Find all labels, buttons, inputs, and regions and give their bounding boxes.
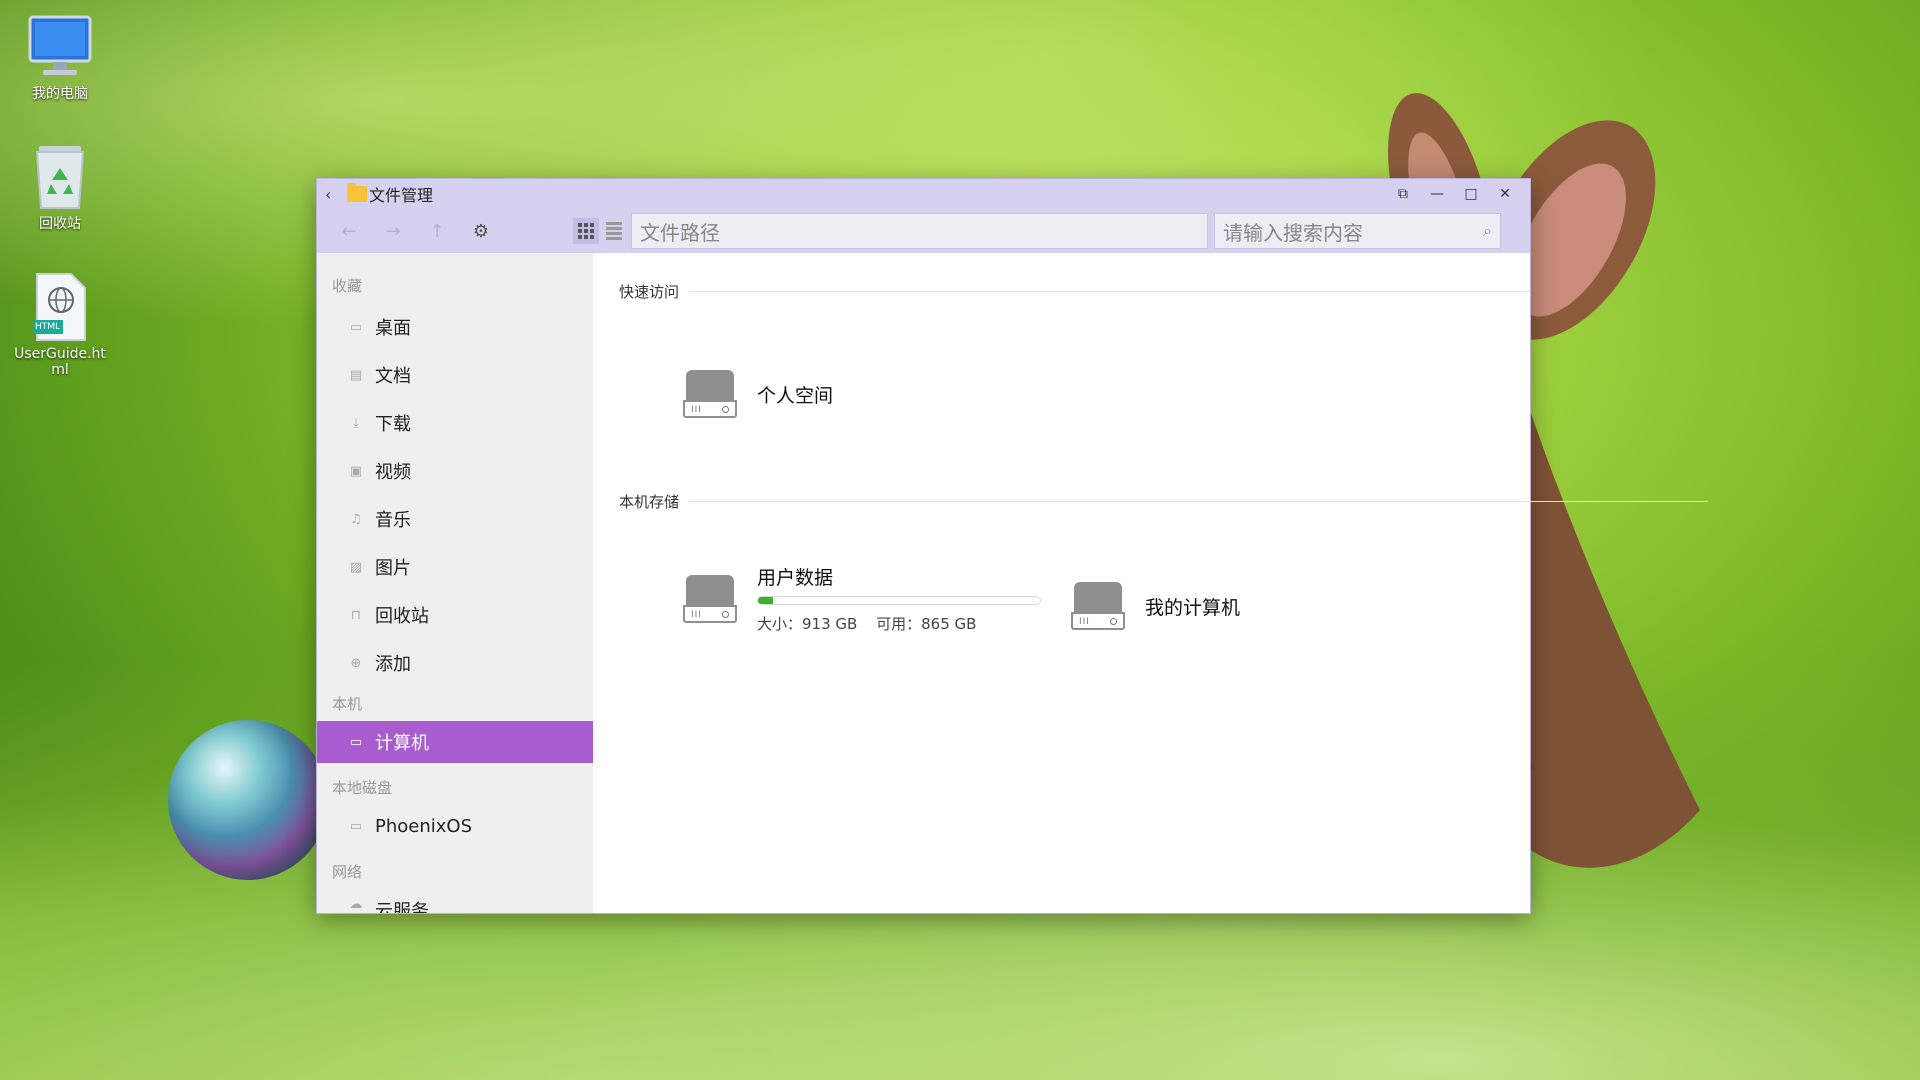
search-input[interactable]: 请输入搜索内容 ⌕ (1214, 213, 1501, 249)
music-icon: ♫ (350, 511, 362, 527)
desktop-icon-my-computer[interactable]: 我的电脑 (10, 12, 110, 102)
sidebar-item-label: 文档 (375, 366, 411, 387)
drive-free: 可用：865 GB (876, 615, 977, 633)
sidebar-item-desktop[interactable]: ▭ 桌面 (317, 303, 593, 351)
drive-name: 个人空间 (757, 384, 834, 407)
drive-my-computer[interactable]: III 我的计算机 (1071, 582, 1240, 630)
gear-icon[interactable]: ⚙ (459, 221, 503, 242)
sidebar-item-label: PhoenixOS (375, 815, 473, 837)
sidebar-item-phoenixos[interactable]: ▭ PhoenixOS (317, 805, 593, 847)
pin-icon[interactable]: ⧉ (1386, 186, 1420, 202)
desktop-icon-userguide[interactable]: HTML UserGuide.html (10, 272, 110, 378)
drive-info: 用户数据 大小：913 GB 可用：865 GB (757, 563, 1041, 634)
hard-drive-icon: III (683, 574, 737, 623)
sidebar-item-label: 回收站 (375, 606, 429, 627)
sidebar-item-label: 添加 (375, 654, 411, 675)
section-divider (689, 290, 1530, 292)
window-body: 收藏 ▭ 桌面 ▤ 文档 ⤓ 下载 ▣ 视频 ♫ 音乐 ▨ 图片 ⊓ 回收站 ⊕… (317, 253, 1708, 913)
sidebar-item-videos[interactable]: ▣ 视频 (317, 447, 593, 495)
toolbar: ← → ↑ ⚙ 文件路径 请输入搜索内容 ⌕ (317, 209, 1530, 253)
sidebar-item-label: 桌面 (375, 318, 411, 339)
document-icon: ▤ (349, 367, 363, 383)
sidebar-item-cloud[interactable]: ☁ 云服务 (317, 889, 593, 913)
search-icon[interactable]: ⌕ (1483, 221, 1492, 241)
sidebar-item-computer[interactable]: ▭ 计算机 (317, 721, 593, 763)
close-icon[interactable]: ✕ (1488, 186, 1522, 202)
drive-size: 大小：913 GB (757, 615, 858, 633)
monitor-icon (25, 12, 95, 82)
hard-drive-icon: III (683, 370, 737, 418)
desktop-icon-label: 回收站 (39, 216, 81, 232)
video-icon: ▣ (349, 463, 363, 479)
picture-icon: ▨ (349, 559, 363, 575)
html-file-icon: HTML (25, 272, 95, 342)
recycle-bin-icon (25, 142, 95, 212)
back-icon[interactable]: ← (327, 221, 371, 242)
maximize-icon[interactable]: □ (1454, 186, 1488, 202)
grid-view-button[interactable] (573, 218, 599, 244)
desktop-icon: ▭ (349, 319, 363, 335)
desktop-icon-label: 我的电脑 (32, 86, 88, 102)
sidebar-item-label: 云服务 (375, 901, 429, 913)
grid-icon (578, 223, 594, 239)
path-input[interactable]: 文件路径 (631, 213, 1208, 249)
drive-user-data[interactable]: III 用户数据 大小：913 GB 可用：865 GB (683, 563, 1041, 634)
list-icon (606, 222, 622, 240)
section-local-storage: 本机存储 (619, 491, 1708, 511)
sidebar-item-pictures[interactable]: ▨ 图片 (317, 543, 593, 591)
up-icon[interactable]: ↑ (415, 221, 459, 242)
disk-icon: ▭ (349, 818, 363, 834)
add-icon: ⊕ (350, 655, 362, 671)
window-title: 文件管理 (369, 186, 434, 205)
drive-stats: 大小：913 GB 可用：865 GB (757, 613, 1041, 634)
sidebar-item-music[interactable]: ♫ 音乐 (317, 495, 593, 543)
back-arrow-icon[interactable]: ‹ (325, 185, 339, 204)
sidebar-item-downloads[interactable]: ⤓ 下载 (317, 399, 593, 447)
drive-personal-space[interactable]: III 个人空间 (683, 370, 833, 418)
usage-bar (757, 596, 1041, 605)
trash-icon: ⊓ (350, 607, 362, 623)
sidebar-item-trash[interactable]: ⊓ 回收站 (317, 591, 593, 639)
drive-name: 我的计算机 (1145, 596, 1241, 619)
download-icon: ⤓ (353, 415, 359, 431)
sidebar-item-label: 音乐 (375, 510, 411, 531)
forward-icon[interactable]: → (371, 221, 415, 242)
minimize-icon[interactable]: — (1420, 186, 1454, 202)
desktop-icon-recycle-bin[interactable]: 回收站 (10, 142, 110, 232)
search-placeholder: 请输入搜索内容 (1223, 220, 1363, 245)
file-manager-window: ‹ 文件管理 ⧉ — □ ✕ ← → ↑ ⚙ 文件路径 请输入搜索内容 ⌕ 收藏 (316, 178, 1708, 914)
sidebar-item-label: 下载 (375, 414, 411, 435)
sidebar-item-add[interactable]: ⊕ 添加 (317, 639, 593, 687)
wallpaper-easter-egg (168, 720, 328, 880)
usage-bar-fill (758, 597, 773, 604)
list-view-button[interactable] (601, 218, 627, 244)
sidebar-heading-network: 网络 (332, 863, 363, 881)
sidebar: 收藏 ▭ 桌面 ▤ 文档 ⤓ 下载 ▣ 视频 ♫ 音乐 ▨ 图片 ⊓ 回收站 ⊕… (317, 253, 593, 913)
sidebar-item-documents[interactable]: ▤ 文档 (317, 351, 593, 399)
section-divider (689, 500, 1708, 502)
section-title: 快速访问 (619, 282, 680, 301)
cloud-icon: ☁ (349, 897, 363, 912)
desktop-icon-label: UserGuide.html (14, 346, 106, 378)
html-badge: HTML (35, 322, 61, 332)
sidebar-heading-favorites: 收藏 (332, 277, 363, 295)
main-panel: 快速访问 III 个人空间 本机存储 III 用户数据 大小：913 GB 可用… (593, 253, 1708, 913)
sidebar-item-label: 计算机 (375, 733, 429, 754)
hard-drive-icon: III (1071, 582, 1125, 630)
path-placeholder: 文件路径 (640, 220, 720, 245)
sidebar-heading-disks: 本地磁盘 (332, 779, 393, 797)
computer-icon: ▭ (349, 734, 363, 750)
sidebar-heading-local: 本机 (332, 695, 363, 713)
title-bar: ‹ 文件管理 ⧉ — □ ✕ (317, 179, 1530, 209)
sidebar-item-label: 视频 (375, 462, 411, 483)
section-title: 本机存储 (619, 492, 680, 511)
drive-name: 用户数据 (757, 567, 834, 589)
section-quick-access: 快速访问 (619, 281, 1530, 301)
sidebar-item-label: 图片 (375, 558, 411, 579)
folder-icon (347, 183, 367, 202)
